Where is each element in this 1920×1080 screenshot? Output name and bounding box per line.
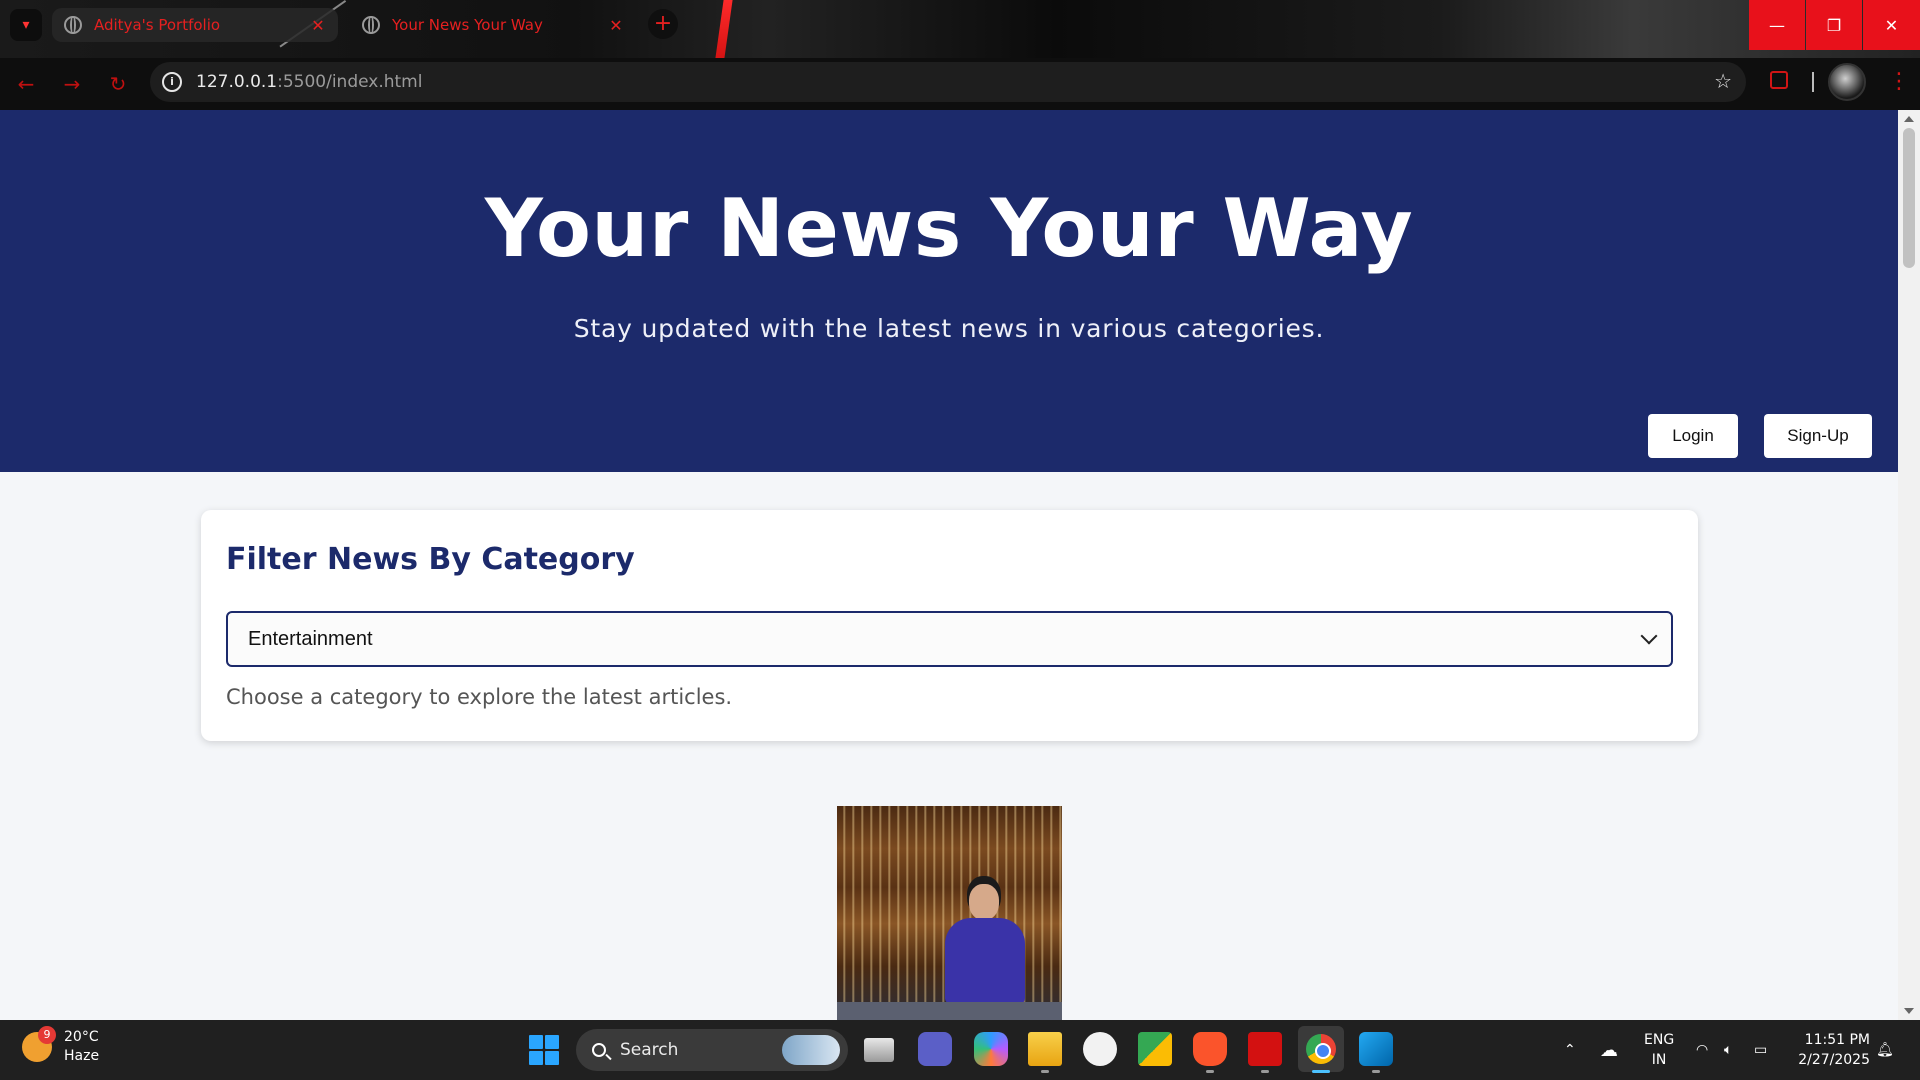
search-highlight-art bbox=[782, 1035, 840, 1065]
browser-toolbar: ← → ↻ i 127.0.0.1:5500/index.html ☆ ⋮ bbox=[0, 58, 1920, 110]
image-counter bbox=[837, 1002, 1062, 1020]
weather-temperature: 20°C bbox=[64, 1029, 99, 1045]
category-selected-value: Entertainment bbox=[248, 627, 373, 650]
running-indicator bbox=[1206, 1070, 1214, 1073]
filter-heading: Filter News By Category bbox=[226, 542, 635, 577]
vscode-icon[interactable] bbox=[1359, 1032, 1393, 1066]
page-scrollbar[interactable] bbox=[1898, 110, 1920, 1020]
globe-icon bbox=[64, 16, 82, 34]
teams-icon[interactable] bbox=[918, 1032, 952, 1066]
login-button[interactable]: Login bbox=[1648, 414, 1738, 458]
github-icon[interactable] bbox=[1083, 1032, 1117, 1066]
acrobat-icon[interactable] bbox=[1248, 1032, 1282, 1066]
url-text[interactable]: 127.0.0.1:5500/index.html bbox=[196, 72, 422, 92]
category-select[interactable]: Entertainment bbox=[226, 611, 1673, 667]
tab-your-news-your-way[interactable]: Your News Your Way ✕ bbox=[350, 8, 636, 42]
weather-description: Haze bbox=[64, 1048, 100, 1064]
copilot-icon[interactable] bbox=[974, 1032, 1008, 1066]
hero-banner: Your News Your Way Stay updated with the… bbox=[0, 110, 1898, 472]
battery-icon[interactable]: ▭ bbox=[1754, 1020, 1767, 1080]
input-language-indicator[interactable]: ENG IN bbox=[1644, 1030, 1674, 1070]
search-icon bbox=[592, 1043, 606, 1057]
restore-window-button[interactable]: ❐ bbox=[1806, 0, 1862, 50]
page-title: Your News Your Way bbox=[484, 182, 1414, 275]
tray-overflow-chevron-icon[interactable]: ⌃ bbox=[1564, 1020, 1576, 1080]
browser-tab-strip: ▾ Aditya's Portfolio ✕ Your News Your Wa… bbox=[0, 0, 1920, 58]
page-subtitle: Stay updated with the latest news in var… bbox=[573, 314, 1325, 343]
running-indicator bbox=[1041, 1070, 1049, 1073]
chrome-taskbar-button[interactable] bbox=[1298, 1026, 1344, 1072]
clock-time: 11:51 PM bbox=[1804, 1032, 1870, 1048]
clock-date: 2/27/2025 bbox=[1798, 1052, 1870, 1068]
tab-title: Aditya's Portfolio bbox=[94, 16, 221, 34]
close-tab-icon[interactable]: ✕ bbox=[306, 16, 330, 35]
reload-icon[interactable]: ↻ bbox=[102, 68, 134, 100]
taskbar-search-box[interactable]: Search bbox=[576, 1029, 848, 1071]
scroll-down-arrow-icon[interactable] bbox=[1904, 1008, 1914, 1014]
url-path: :5500/index.html bbox=[277, 72, 423, 92]
close-window-button[interactable]: ✕ bbox=[1863, 0, 1920, 50]
system-clock[interactable]: 11:51 PM 2/27/2025 bbox=[1798, 1030, 1870, 1070]
windows-start-icon[interactable] bbox=[529, 1035, 559, 1065]
tab-adityas-portfolio[interactable]: Aditya's Portfolio ✕ bbox=[52, 8, 338, 42]
taskbar: 9 20°C Haze Search ⌃ ☁ ENG IN ◠ 🔈︎ ▭ 11:… bbox=[0, 1020, 1920, 1080]
back-arrow-icon[interactable]: ← bbox=[10, 68, 42, 100]
brave-browser-icon[interactable] bbox=[1193, 1032, 1227, 1066]
wallpaper-red-streak bbox=[708, 0, 733, 58]
active-indicator bbox=[1312, 1070, 1330, 1073]
task-view-icon[interactable] bbox=[864, 1038, 894, 1062]
tab-search-chevron-icon[interactable]: ▾ bbox=[10, 9, 42, 41]
file-explorer-icon[interactable] bbox=[1028, 1032, 1062, 1066]
region-code: IN bbox=[1651, 1052, 1667, 1068]
chevron-down-icon bbox=[1640, 627, 1658, 645]
filter-hint: Choose a category to explore the latest … bbox=[226, 685, 733, 709]
close-tab-icon[interactable]: ✕ bbox=[604, 16, 628, 35]
wifi-icon[interactable]: ◠ bbox=[1696, 1020, 1708, 1080]
weather-sun-icon: 9 bbox=[22, 1026, 56, 1062]
chrome-icon bbox=[1306, 1034, 1336, 1064]
site-info-icon[interactable]: i bbox=[162, 72, 182, 92]
running-indicator bbox=[1372, 1070, 1380, 1073]
news-article-image[interactable] bbox=[837, 806, 1062, 1020]
language-code: ENG bbox=[1644, 1032, 1675, 1048]
running-indicator bbox=[1261, 1070, 1269, 1073]
scroll-up-arrow-icon[interactable] bbox=[1904, 116, 1914, 122]
url-host: 127.0.0.1 bbox=[196, 72, 278, 92]
volume-icon[interactable]: 🔈︎ bbox=[1724, 1020, 1732, 1080]
bookmark-star-icon[interactable]: ☆ bbox=[1714, 69, 1732, 93]
google-meet-icon[interactable] bbox=[1138, 1032, 1172, 1066]
notification-bell-icon[interactable]: 🔔︎ bbox=[1876, 1020, 1894, 1080]
extensions-icon[interactable] bbox=[1770, 71, 1788, 89]
toolbar-divider bbox=[1812, 72, 1814, 92]
forward-arrow-icon[interactable]: → bbox=[56, 68, 88, 100]
onedrive-cloud-icon[interactable]: ☁ bbox=[1600, 1020, 1618, 1080]
scrollbar-thumb[interactable] bbox=[1903, 128, 1915, 268]
profile-avatar[interactable] bbox=[1828, 63, 1866, 101]
browser-menu-icon[interactable]: ⋮ bbox=[1888, 68, 1910, 96]
notification-badge: 9 bbox=[38, 1026, 56, 1044]
image-person-head bbox=[969, 884, 999, 920]
tab-title: Your News Your Way bbox=[392, 16, 543, 34]
signup-button[interactable]: Sign-Up bbox=[1764, 414, 1872, 458]
page-viewport: Your News Your Way Stay updated with the… bbox=[0, 110, 1898, 1020]
address-bar[interactable]: i 127.0.0.1:5500/index.html ☆ bbox=[150, 62, 1746, 102]
weather-widget[interactable]: 9 20°C Haze bbox=[22, 1026, 100, 1066]
globe-icon bbox=[362, 16, 380, 34]
minimize-window-button[interactable]: — bbox=[1749, 0, 1805, 50]
search-label: Search bbox=[620, 1040, 679, 1060]
new-tab-plus-icon[interactable]: + bbox=[648, 9, 678, 39]
filter-card: Filter News By Category Entertainment Ch… bbox=[201, 510, 1698, 741]
image-person-body bbox=[945, 918, 1025, 1004]
